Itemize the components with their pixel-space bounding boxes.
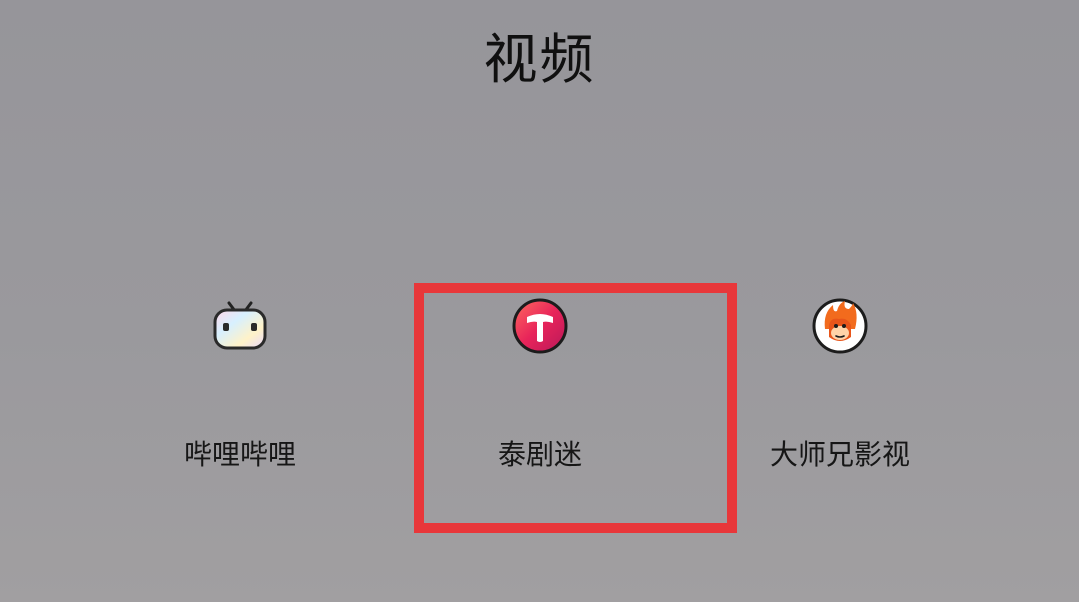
folder-title: 视频 — [483, 28, 596, 91]
taijumi-t-icon[interactable] — [509, 295, 571, 357]
app-label-taijumi: 泰剧迷 — [497, 438, 582, 471]
app-bilibili[interactable]: 哔哩哔哩 — [90, 295, 390, 485]
app-label-dashixiong: 大师兄影视 — [769, 438, 910, 471]
dashixiong-monkey-icon[interactable] — [809, 295, 871, 357]
app-label-bilibili: 哔哩哔哩 — [183, 438, 296, 471]
app-taijumi[interactable]: 泰剧迷 — [390, 295, 690, 485]
app-dashixiong[interactable]: 大师兄影视 — [690, 295, 990, 485]
bilibili-tv-icon[interactable] — [209, 295, 271, 357]
